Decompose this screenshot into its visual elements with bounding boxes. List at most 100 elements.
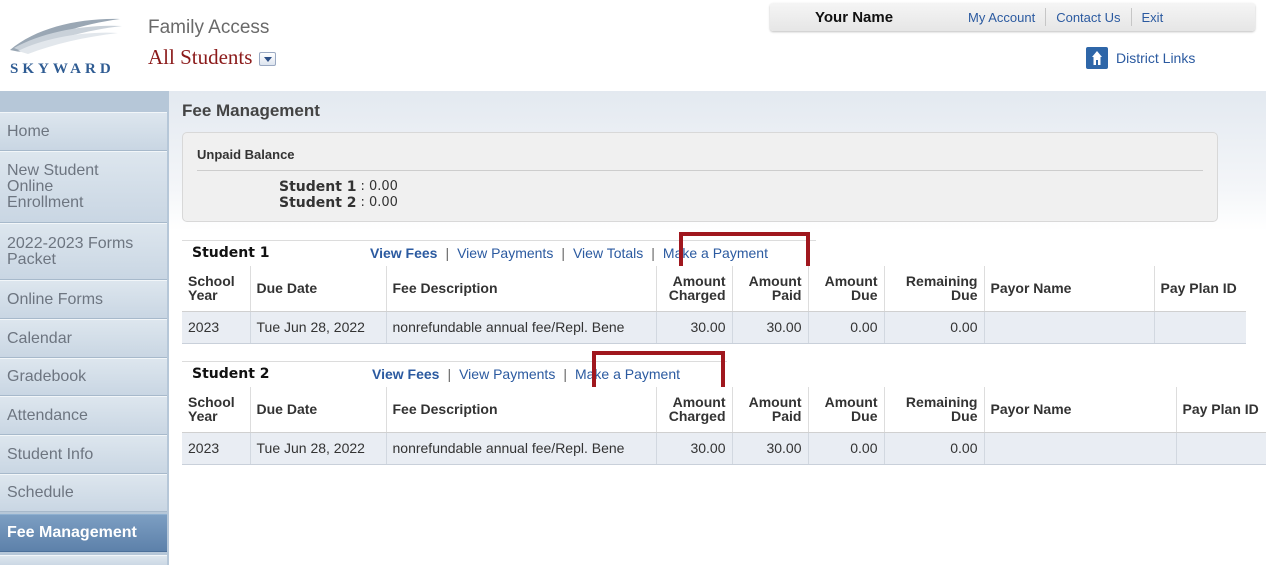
view-totals-link[interactable]: View Totals bbox=[565, 245, 651, 261]
cell-description: nonrefundable annual fee/Repl. Bene bbox=[386, 432, 657, 465]
col-fee-description: Fee Description bbox=[386, 387, 657, 433]
school-building-icon bbox=[1086, 47, 1108, 69]
cell-paid: 30.00 bbox=[732, 432, 809, 465]
svg-text:SKYWARD: SKYWARD bbox=[10, 61, 115, 76]
chevron-down-icon[interactable] bbox=[259, 52, 277, 66]
col-remaining-due: Remaining Due bbox=[884, 266, 985, 312]
col-fee-description: Fee Description bbox=[386, 266, 657, 312]
sidebar-item-enrollment[interactable]: New Student Online Enrollment bbox=[0, 151, 167, 223]
sidebar-item-partial[interactable] bbox=[0, 555, 167, 565]
col-pay-plan-id: Pay Plan ID bbox=[1176, 387, 1266, 433]
cell-remaining: 0.00 bbox=[884, 432, 985, 465]
unpaid-balance-title: Unpaid Balance bbox=[197, 147, 295, 162]
col-amount-charged: Amount Charged bbox=[656, 266, 733, 312]
cell-charged: 30.00 bbox=[656, 432, 733, 465]
sidebar-item-student-info[interactable]: Student Info bbox=[0, 435, 167, 474]
balance-student-name: Student 1 bbox=[279, 179, 357, 195]
view-payments-link[interactable]: View Payments bbox=[451, 366, 563, 382]
col-payor-name: Payor Name bbox=[984, 387, 1177, 433]
cell-description: nonrefundable annual fee/Repl. Bene bbox=[386, 311, 657, 344]
cell-plan bbox=[1176, 432, 1266, 465]
cell-payor bbox=[984, 311, 1155, 344]
sidebar-item-attendance[interactable]: Attendance bbox=[0, 396, 167, 435]
col-remaining-due: Remaining Due bbox=[884, 387, 985, 433]
fees-table-student-2: School Year Due Date Fee Description Amo… bbox=[182, 387, 1266, 465]
sidebar-item-gradebook[interactable]: Gradebook bbox=[0, 358, 167, 396]
cell-due: 0.00 bbox=[808, 311, 885, 344]
col-amount-due: Amount Due bbox=[808, 266, 885, 312]
sidebar-item-label: Student Info bbox=[7, 445, 94, 463]
cell-due-date: Tue Jun 28, 2022 bbox=[250, 311, 387, 344]
user-bar: Your Name My Account Contact Us Exit bbox=[770, 3, 1255, 31]
col-payor-name: Payor Name bbox=[984, 266, 1155, 312]
cell-school-year: 2023 bbox=[182, 311, 251, 344]
sidebar-item-label: Online Forms bbox=[7, 290, 104, 308]
sidebar-item-calendar[interactable]: Calendar bbox=[0, 319, 167, 358]
exit-link[interactable]: Exit bbox=[1132, 10, 1174, 25]
table-row: 2023 Tue Jun 28, 2022 nonrefundable annu… bbox=[182, 311, 1246, 344]
page-title: Fee Management bbox=[182, 101, 320, 120]
balance-sep: : bbox=[360, 179, 365, 194]
col-amount-paid: Amount Paid bbox=[732, 266, 809, 312]
student-selector[interactable]: All Students bbox=[148, 45, 277, 70]
cell-charged: 30.00 bbox=[656, 311, 733, 344]
cell-due-date: Tue Jun 28, 2022 bbox=[250, 432, 387, 465]
my-account-link[interactable]: My Account bbox=[958, 10, 1045, 25]
sidebar-item-online-forms[interactable]: Online Forms bbox=[0, 280, 167, 319]
col-amount-charged: Amount Charged bbox=[656, 387, 733, 433]
sidebar-item-label: Home bbox=[7, 122, 50, 140]
col-pay-plan-id: Pay Plan ID bbox=[1154, 266, 1246, 312]
cell-paid: 30.00 bbox=[732, 311, 809, 344]
district-links-label: District Links bbox=[1116, 50, 1196, 66]
skyward-swoosh-icon: SKYWARD bbox=[10, 18, 122, 77]
sidebar-item-label: New Student Online Enrollment bbox=[7, 162, 99, 211]
sidebar-item-label: Schedule bbox=[7, 484, 74, 501]
unpaid-balance-panel: Unpaid Balance Student 1 : 0.00 Student … bbox=[182, 132, 1218, 222]
sidebar-item-label: Fee Management bbox=[7, 524, 137, 541]
table-header-row: School Year Due Date Fee Description Amo… bbox=[182, 387, 1266, 433]
cell-due: 0.00 bbox=[808, 432, 885, 465]
student-name: Student 2 bbox=[192, 366, 270, 382]
balance-amount: 0.00 bbox=[368, 195, 398, 210]
fees-table-student-1: School Year Due Date Fee Description Amo… bbox=[182, 266, 1246, 344]
sidebar-item-forms-packet[interactable]: 2022-2023 Forms Packet bbox=[0, 223, 167, 280]
sidebar-item-label: Gradebook bbox=[7, 368, 87, 385]
sidebar-item-home[interactable]: Home bbox=[0, 112, 167, 151]
balance-student-name: Student 2 bbox=[279, 195, 357, 211]
sidebar: Home New Student Online Enrollment 2022-… bbox=[0, 91, 169, 565]
balance-row: Student 1 : 0.00 bbox=[279, 179, 398, 195]
table-header-row: School Year Due Date Fee Description Amo… bbox=[182, 266, 1246, 312]
top-links: My Account Contact Us Exit bbox=[958, 8, 1173, 26]
balance-sep: : bbox=[360, 195, 365, 210]
cell-plan bbox=[1154, 311, 1246, 344]
cell-payor bbox=[984, 432, 1177, 465]
balance-row: Student 2 : 0.00 bbox=[279, 195, 398, 211]
cell-remaining: 0.00 bbox=[884, 311, 985, 344]
balance-amount: 0.00 bbox=[368, 179, 398, 194]
divider bbox=[197, 170, 1203, 171]
student-selector-label: All Students bbox=[148, 45, 253, 69]
col-school-year: School Year bbox=[182, 266, 251, 312]
cell-school-year: 2023 bbox=[182, 432, 251, 465]
student-name: Student 1 bbox=[192, 245, 270, 261]
highlight-box bbox=[592, 351, 725, 391]
app-title: Family Access bbox=[148, 17, 270, 38]
sidebar-item-label: Attendance bbox=[7, 406, 88, 424]
district-links[interactable]: District Links bbox=[1086, 47, 1195, 69]
col-due-date: Due Date bbox=[250, 266, 387, 312]
user-name: Your Name bbox=[815, 9, 894, 26]
skyward-logo: SKYWARD bbox=[8, 10, 148, 77]
col-due-date: Due Date bbox=[250, 387, 387, 433]
sidebar-item-label: 2022-2023 Forms Packet bbox=[7, 234, 134, 268]
view-fees-link[interactable]: View Fees bbox=[362, 245, 445, 261]
col-school-year: School Year bbox=[182, 387, 251, 433]
view-payments-link[interactable]: View Payments bbox=[449, 245, 561, 261]
col-amount-due: Amount Due bbox=[808, 387, 885, 433]
sidebar-item-label: Calendar bbox=[7, 329, 72, 347]
sidebar-item-schedule[interactable]: Schedule bbox=[0, 474, 167, 512]
sidebar-item-fee-management[interactable]: Fee Management bbox=[0, 514, 167, 552]
view-fees-link[interactable]: View Fees bbox=[364, 366, 447, 382]
table-row: 2023 Tue Jun 28, 2022 nonrefundable annu… bbox=[182, 432, 1266, 465]
col-amount-paid: Amount Paid bbox=[732, 387, 809, 433]
contact-us-link[interactable]: Contact Us bbox=[1046, 10, 1130, 25]
